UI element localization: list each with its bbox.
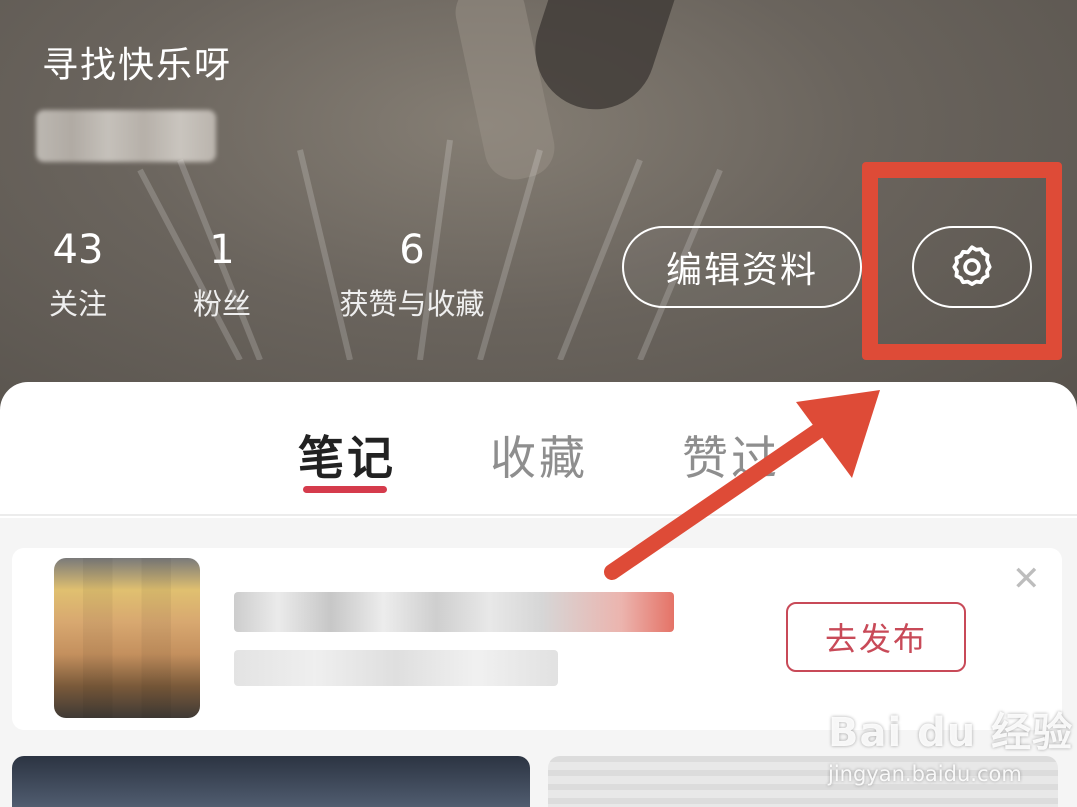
watermark-url: jingyan.baidu.com <box>828 762 1022 786</box>
baidu-watermark: Bai du 经验 jingyan.baidu.com <box>828 700 1073 786</box>
profile-tabs: 笔记 收藏 赞过 <box>0 382 1077 516</box>
stat-following[interactable]: 43 关注 <box>44 226 112 324</box>
following-label: 关注 <box>48 287 107 321</box>
watermark-logo: Bai du 经验 <box>828 710 1074 756</box>
annotation-highlight-box <box>862 162 1062 360</box>
user-id-redacted <box>36 110 216 162</box>
publish-button[interactable]: 去发布 <box>786 602 966 672</box>
tab-liked[interactable]: 赞过 <box>682 422 780 488</box>
likes-label: 获赞与收藏 <box>339 287 485 321</box>
close-icon[interactable]: ✕ <box>1012 562 1041 596</box>
stat-followers[interactable]: 1 粉丝 <box>186 226 258 324</box>
stat-likes-and-saves[interactable]: 6 获赞与收藏 <box>328 226 496 324</box>
followers-label: 粉丝 <box>192 287 251 321</box>
tab-collections[interactable]: 收藏 <box>490 422 588 488</box>
profile-username: 寻找快乐呀 <box>42 45 233 86</box>
draft-title-redacted <box>234 592 674 632</box>
likes-count: 6 <box>399 227 425 273</box>
note-card-thumbnail[interactable] <box>12 756 530 807</box>
followers-count: 1 <box>209 227 235 273</box>
edit-profile-button[interactable]: 编辑资料 <box>622 226 862 308</box>
active-tab-indicator <box>303 486 387 493</box>
tab-notes[interactable]: 笔记 <box>298 422 396 488</box>
draft-thumbnail[interactable] <box>54 558 200 718</box>
draft-subtitle-redacted <box>234 650 558 686</box>
following-count: 43 <box>52 227 104 273</box>
